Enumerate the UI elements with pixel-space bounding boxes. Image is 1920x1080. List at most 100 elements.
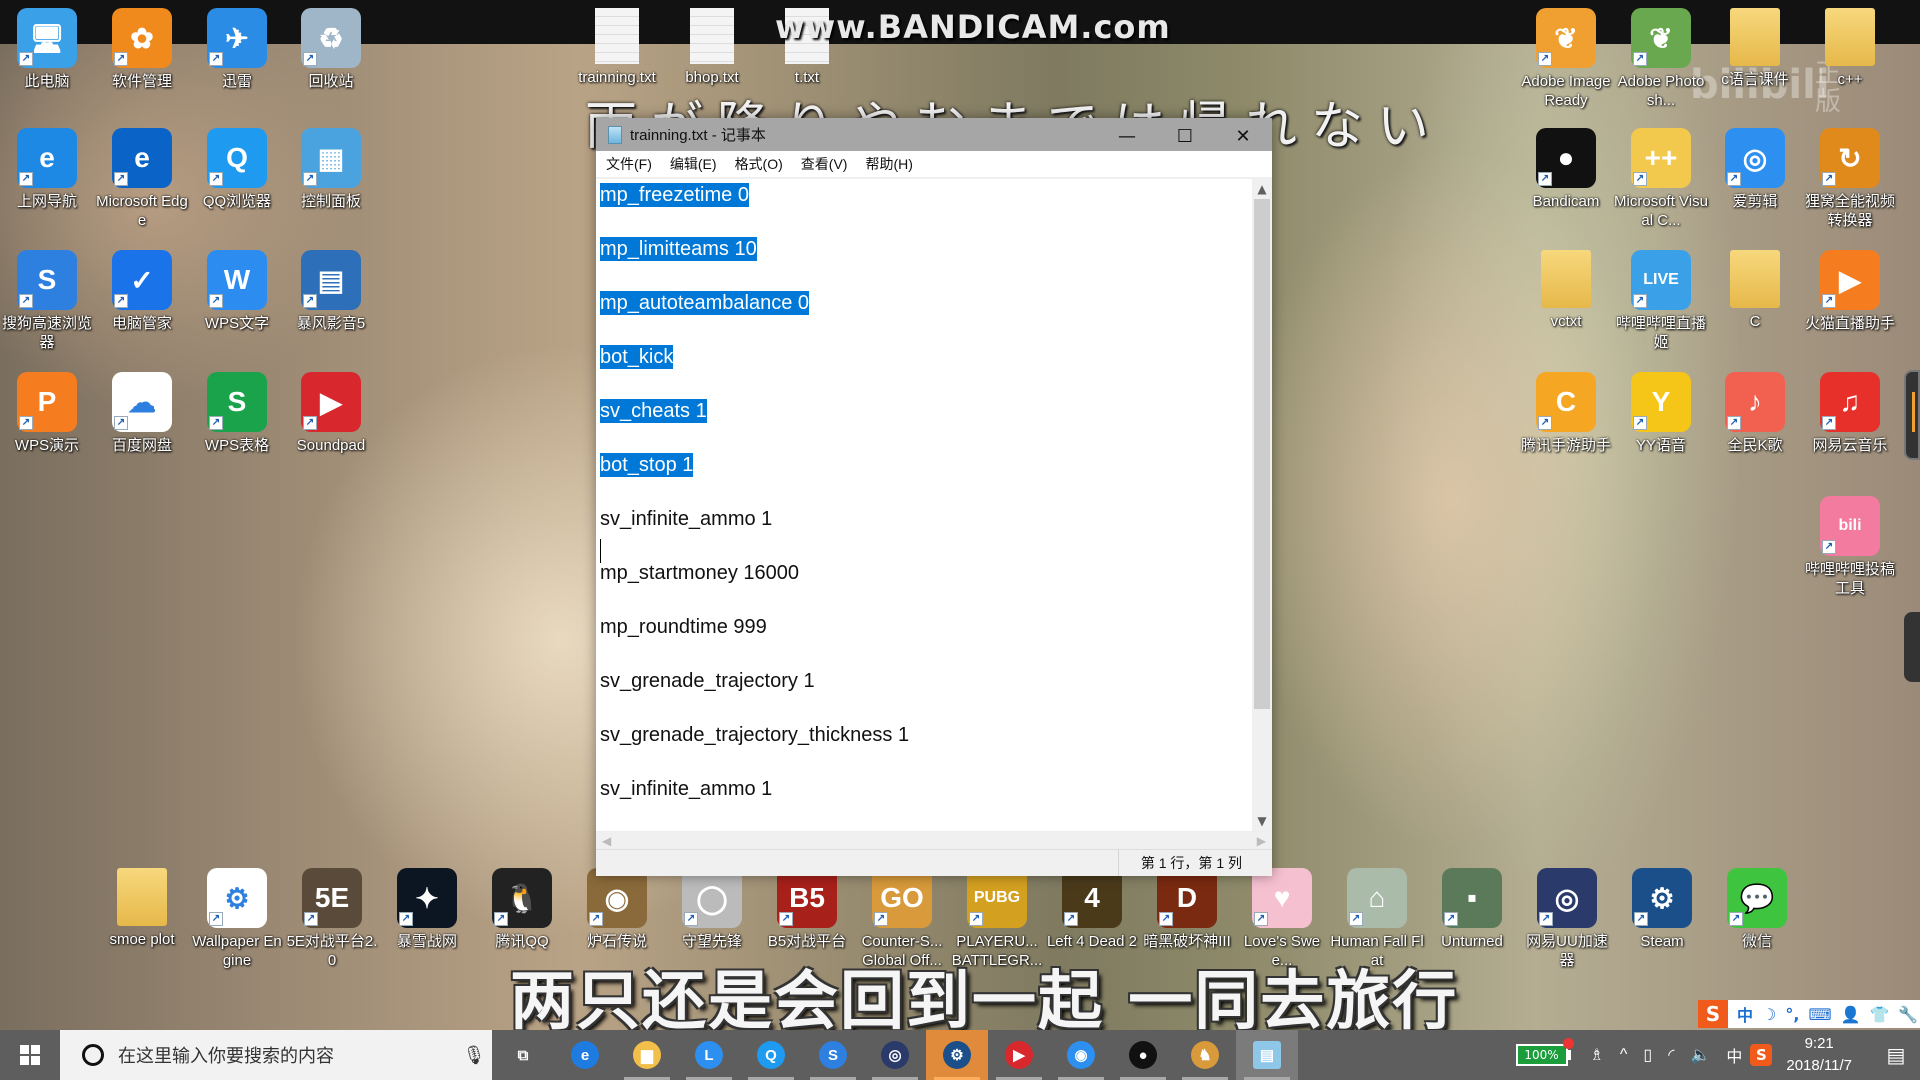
scroll-down-arrow-icon[interactable]: ▼ xyxy=(1252,811,1272,831)
ime-chinese-mode-icon[interactable]: 中 xyxy=(1737,1002,1753,1026)
text-line[interactable]: mp_startmoney 16000 xyxy=(600,561,1252,615)
input-language-indicator[interactable]: 中 xyxy=(1726,1043,1742,1067)
text-line[interactable]: sv_cheats 1 xyxy=(600,399,1252,453)
menu-file[interactable]: 文件(F) xyxy=(604,152,654,176)
people-icon[interactable]: ♗ xyxy=(1590,1045,1604,1065)
scroll-up-arrow-icon[interactable]: ▲ xyxy=(1252,179,1272,199)
desktop-icon[interactable]: Y ↗ YY语音 xyxy=(1614,372,1708,455)
menu-edit[interactable]: 编辑(E) xyxy=(668,152,719,176)
cortana-icon[interactable] xyxy=(82,1044,104,1066)
text-line[interactable]: mp_freezetime 0 xyxy=(600,183,1252,237)
desktop-icon[interactable]: 4 ↗ Left 4 Dead 2 xyxy=(1045,868,1139,951)
desktop-icon[interactable]: 💬 ↗ 微信 xyxy=(1710,868,1804,951)
taskbar-app-task-view[interactable]: ⧉ xyxy=(492,1030,554,1080)
close-button[interactable]: ✕ xyxy=(1214,118,1272,155)
desktop-icon[interactable]: ❦ ↗ Adobe ImageReady xyxy=(1519,8,1613,110)
system-clock[interactable]: 9:21 2018/11/7 xyxy=(1786,1033,1852,1077)
taskbar-app-file-explorer[interactable]: ▆ xyxy=(616,1030,678,1080)
taskbar-app-edge[interactable]: e xyxy=(554,1030,616,1080)
desktop-icon[interactable]: ▤ ↗ 暴风影音5 xyxy=(284,250,378,333)
ime-account-icon[interactable]: 👤 xyxy=(1841,1005,1861,1024)
ime-skin-icon[interactable]: 👕 xyxy=(1869,1005,1889,1024)
desktop-icon[interactable]: c++ xyxy=(1803,8,1897,89)
scroll-right-arrow-icon[interactable]: ▶ xyxy=(1257,834,1266,848)
taskbar-app-csgo[interactable]: ♞ xyxy=(1174,1030,1236,1080)
desktop-icon[interactable]: 5E ↗ 5E对战平台2.0 xyxy=(285,868,379,970)
desktop-icon[interactable]: smoe plot xyxy=(95,868,189,949)
maximize-button[interactable]: ☐ xyxy=(1156,118,1214,155)
text-line[interactable]: sv_grenade_trajectory 1 xyxy=(600,669,1252,723)
taskbar-app-uu-accelerator[interactable]: ◎ xyxy=(864,1030,926,1080)
desktop-icon[interactable]: 🐧 ↗ 腾讯QQ xyxy=(475,868,569,951)
taskbar-app-soundpad[interactable]: ▶ xyxy=(988,1030,1050,1080)
desktop-icon[interactable]: trainning.txt xyxy=(570,8,664,87)
desktop-icon[interactable]: ✿ ↗ 软件管理 xyxy=(95,8,189,91)
desktop-icon[interactable]: ▪ ↗ Unturned xyxy=(1425,868,1519,951)
desktop-icon[interactable]: e ↗ 上网导航 xyxy=(0,128,94,211)
taskbar-search-box[interactable]: 在这里输入你要搜索的内容 🎙 xyxy=(60,1030,492,1080)
text-line[interactable]: sv_infinite_ammo 1 xyxy=(600,777,1252,831)
scroll-left-arrow-icon[interactable]: ◀ xyxy=(602,834,611,848)
menu-format[interactable]: 格式(O) xyxy=(733,152,785,176)
desktop-icon[interactable]: B5 ↗ B5对战平台 xyxy=(760,868,854,951)
menu-view[interactable]: 查看(V) xyxy=(799,152,850,176)
desktop-icon[interactable]: ♻ ↗ 回收站 xyxy=(284,8,378,91)
battery-indicator[interactable]: 100% xyxy=(1515,1038,1574,1066)
sogou-logo-icon[interactable]: S xyxy=(1698,1000,1728,1028)
text-editor-area[interactable]: mp_freezetime 0 mp_limitteams 10 mp_autote… xyxy=(596,179,1252,831)
desktop-icon[interactable]: 🖥 ↗ 此电脑 xyxy=(0,8,94,91)
microphone-icon[interactable]: 🎙 xyxy=(456,1045,492,1066)
text-line[interactable]: bot_kick xyxy=(600,345,1252,399)
desktop-icon[interactable]: ▶ ↗ 火猫直播助手 xyxy=(1803,250,1897,333)
volume-icon[interactable]: 🔈 xyxy=(1690,1045,1710,1065)
desktop-icon[interactable]: ◎ ↗ 网易UU加速器 xyxy=(1520,868,1614,970)
desktop-icon[interactable]: bili ↗ 哔哩哔哩投稿工具 xyxy=(1803,496,1897,598)
desktop-icon[interactable]: P ↗ WPS演示 xyxy=(0,372,94,455)
desktop-icon[interactable]: W ↗ WPS文字 xyxy=(190,250,284,333)
desktop-icon[interactable]: ◯ ↗ 守望先锋 xyxy=(665,868,759,951)
menu-help[interactable]: 帮助(H) xyxy=(863,152,914,176)
desktop-icon[interactable]: ♪ ↗ 全民K歌 xyxy=(1708,372,1802,455)
scrollbar-thumb[interactable] xyxy=(1254,199,1270,710)
desktop-icon[interactable]: bhop.txt xyxy=(665,8,759,87)
desktop-icon[interactable]: ▶ ↗ Soundpad xyxy=(284,372,378,455)
desktop-icon[interactable]: ● ↗ Bandicam xyxy=(1519,128,1613,211)
desktop-icon[interactable]: ♫ ↗ 网易云音乐 xyxy=(1803,372,1897,455)
start-button[interactable] xyxy=(0,1030,60,1080)
action-center-icon[interactable]: ▤ xyxy=(1872,1030,1920,1080)
desktop-icon[interactable]: ✓ ↗ 电脑管家 xyxy=(95,250,189,333)
side-widget-handle[interactable] xyxy=(1904,370,1920,460)
search-placeholder[interactable]: 在这里输入你要搜索的内容 xyxy=(118,1042,456,1068)
desktop-icon[interactable]: S ↗ 搜狗高速浏览器 xyxy=(0,250,94,352)
text-line[interactable]: bot_stop 1 xyxy=(600,453,1252,507)
desktop-icon[interactable]: ✈ ↗ 迅雷 xyxy=(190,8,284,91)
ime-settings-icon[interactable]: 🔧 xyxy=(1898,1005,1918,1024)
desktop-icon[interactable]: ▦ ↗ 控制面板 xyxy=(284,128,378,211)
taskbar-app-qq-browser[interactable]: Q xyxy=(740,1030,802,1080)
desktop-icon[interactable]: ◎ ↗ 爱剪辑 xyxy=(1708,128,1802,211)
desktop-icon[interactable]: D ↗ 暗黑破坏神III xyxy=(1140,868,1234,951)
ime-punctuation-icon[interactable]: °, xyxy=(1785,1005,1799,1024)
taskbar-app-steam[interactable]: ⚙ xyxy=(926,1030,988,1080)
show-hidden-icons-chevron-icon[interactable]: ^ xyxy=(1620,1046,1628,1064)
side-widget-handle-2[interactable] xyxy=(1904,612,1920,682)
taskbar-app-notepad[interactable]: ▤ xyxy=(1236,1030,1298,1080)
desktop-icon[interactable]: LIVE ↗ 哔哩哔哩直播姬 xyxy=(1614,250,1708,352)
desktop-icon[interactable]: C ↗ 腾讯手游助手 xyxy=(1519,372,1613,455)
desktop-icon[interactable]: e ↗ Microsoft Edge xyxy=(95,128,189,230)
desktop-icon[interactable]: C xyxy=(1708,250,1802,331)
desktop-icon[interactable]: ◉ ↗ 炉石传说 xyxy=(570,868,664,951)
text-line[interactable]: sv_infinite_ammo 1 xyxy=(600,507,1252,561)
desktop-icon[interactable]: ++ ↗ Microsoft Visual C... xyxy=(1614,128,1708,230)
taskbar-app-clock-app[interactable]: L xyxy=(678,1030,740,1080)
desktop-icon[interactable]: ✦ ↗ 暴雪战网 xyxy=(380,868,474,951)
text-line[interactable]: sv_grenade_trajectory_thickness 1 xyxy=(600,723,1252,777)
wifi-icon[interactable]: ◜ xyxy=(1668,1045,1674,1065)
desktop-icon[interactable]: ☁ ↗ 百度网盘 xyxy=(95,372,189,455)
vertical-scrollbar[interactable]: ▲ ▼ xyxy=(1252,179,1272,832)
text-line[interactable]: mp_autoteambalance 0 xyxy=(600,291,1252,345)
text-line[interactable]: mp_roundtime 999 xyxy=(600,615,1252,669)
desktop-icon[interactable]: ❦ ↗ Adobe Photosh... xyxy=(1614,8,1708,110)
taskbar-app-aijianji[interactable]: ◉ xyxy=(1050,1030,1112,1080)
text-line[interactable]: mp_limitteams 10 xyxy=(600,237,1252,291)
